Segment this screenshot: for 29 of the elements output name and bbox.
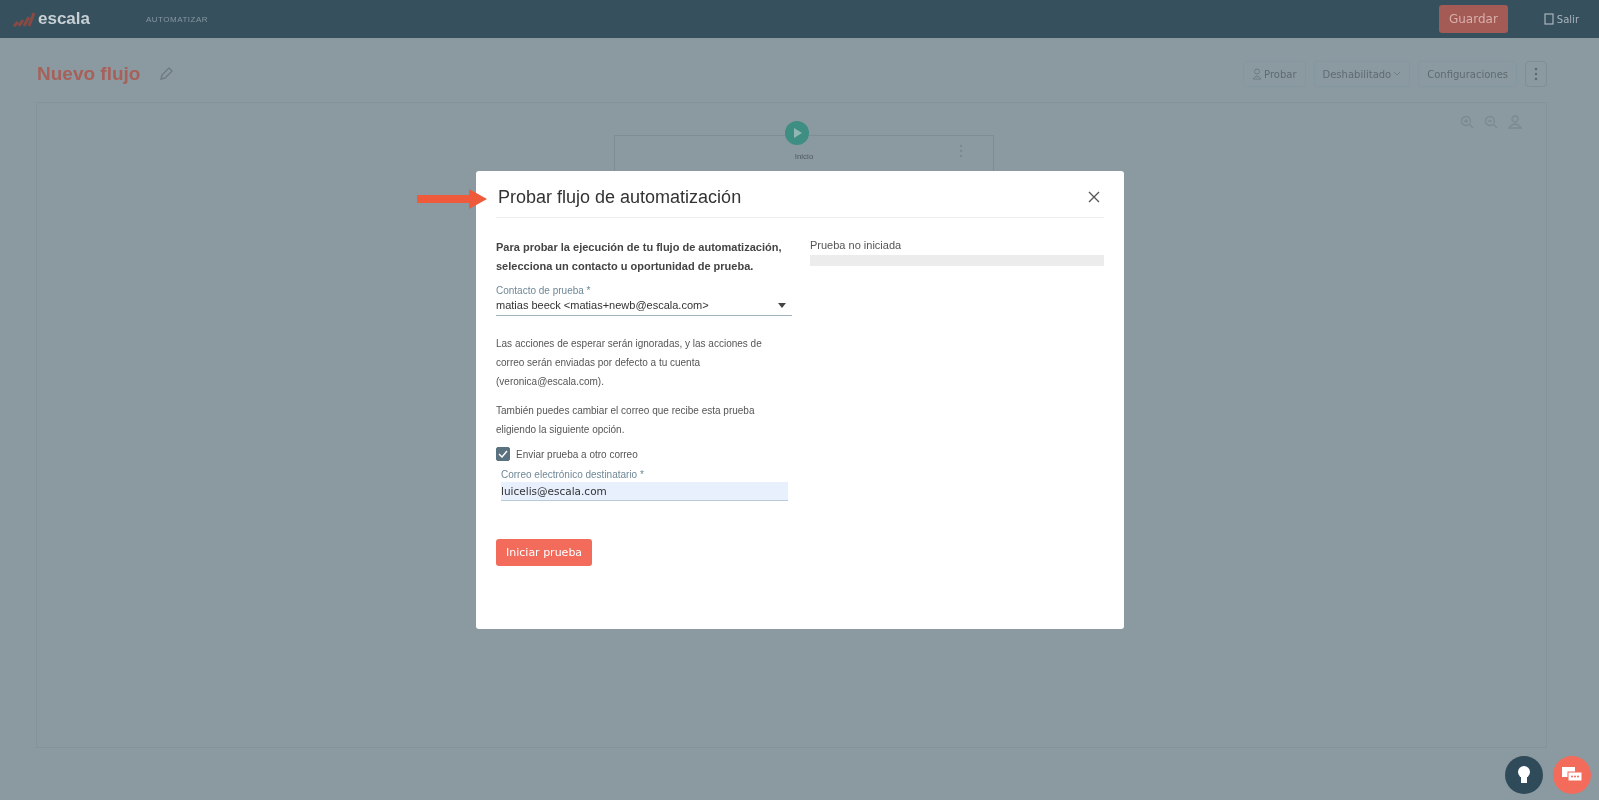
play-icon [785,121,809,145]
status-text: Prueba no iniciada [810,239,903,251]
intro-text: Para probar la ejecución de tu flujo de automatización, selecciona un contacto u oportunidad de prueba. [496,240,783,274]
start-test-button[interactable]: Iniciar prueba [496,539,593,566]
chat-button[interactable] [1553,756,1591,794]
flow-title: Nuevo flujo [37,63,141,85]
exit-button[interactable]: Salir [1537,12,1585,26]
pencil-icon [158,66,175,82]
caret-icon [1393,71,1402,77]
section-label: AUTOMATIZAR [146,14,209,24]
save-button[interactable]: Guardar [1438,5,1508,33]
close-icon [1088,191,1100,203]
caret-icon [778,302,786,308]
door-icon [1543,13,1554,25]
checkbox[interactable] [496,447,510,461]
logo-text: escala [38,9,90,29]
more-icon [1525,61,1547,87]
note-text: También puedes cambiar el correo que recibe esta prueba eligiendo la siguiente opción. [496,404,756,437]
lightbulb-icon [1517,765,1531,785]
contact-select[interactable]: Contacto de prueba * matias beeck <matias+newb@escala.com> [496,285,792,316]
checkbox-label: Enviar prueba a otro correo [516,448,638,460]
chart-bars-icon [12,11,36,27]
dialog-title: Probar flujo de automatización [498,185,742,208]
chat-icon [1561,766,1583,784]
note-text: Las acciones de esperar serán ignoradas, y las acciones de correo serán enviadas por defecto a tu cuenta (veronica@escala.com). [496,337,763,389]
person-icon [1252,68,1263,80]
tips-button[interactable] [1505,756,1543,794]
close-button[interactable] [1086,189,1102,205]
annotation-arrow [417,189,487,209]
